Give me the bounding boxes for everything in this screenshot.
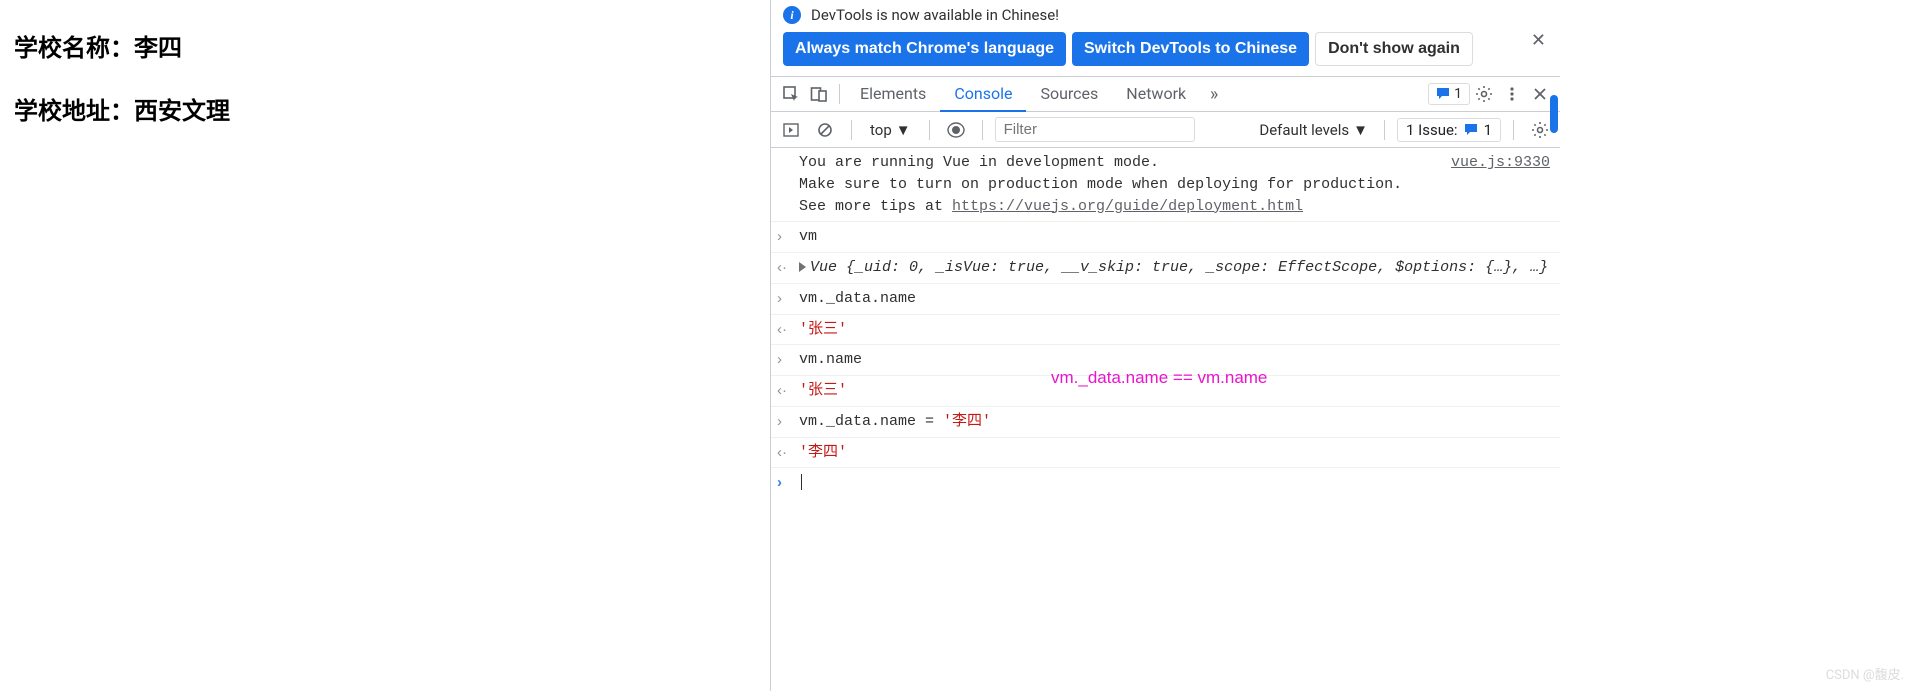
school-name-value: 李四 bbox=[134, 34, 182, 62]
inspect-element-icon[interactable] bbox=[777, 80, 805, 108]
separator bbox=[929, 120, 930, 140]
infobar-buttons: Always match Chrome's language Switch De… bbox=[771, 30, 1560, 76]
separator bbox=[1513, 120, 1514, 140]
output-arrow-icon: ‹· bbox=[777, 380, 799, 402]
dropdown-icon: ▼ bbox=[1353, 121, 1368, 139]
levels-label: Default levels bbox=[1259, 121, 1349, 139]
console-output[interactable]: You are running Vue in development mode.… bbox=[771, 148, 1560, 691]
console-input: vm._data.name = '李四' bbox=[799, 411, 1550, 433]
settings-icon[interactable] bbox=[1470, 80, 1498, 108]
log-row: › vm._data.name bbox=[771, 284, 1560, 315]
log-row: ‹· Vue {_uid: 0, _isVue: true, __v_skip:… bbox=[771, 253, 1560, 284]
log-row: You are running Vue in development mode.… bbox=[771, 148, 1560, 222]
separator bbox=[851, 120, 852, 140]
filter-input[interactable] bbox=[995, 117, 1195, 142]
input-arrow-icon: › bbox=[777, 288, 799, 310]
input-arrow-icon: › bbox=[777, 226, 799, 248]
school-addr-label: 学校地址： bbox=[14, 97, 134, 125]
vue-dev-warning: You are running Vue in development mode.… bbox=[799, 152, 1550, 217]
dropdown-icon: ▼ bbox=[896, 121, 911, 139]
log-gutter bbox=[777, 152, 799, 217]
deployment-link[interactable]: https://vuejs.org/guide/deployment.html bbox=[952, 198, 1303, 215]
device-toolbar-icon[interactable] bbox=[805, 80, 833, 108]
school-addr-value: 西安文理 bbox=[134, 97, 230, 125]
school-name-label: 学校名称： bbox=[14, 34, 134, 62]
log-levels-select[interactable]: Default levels ▼ bbox=[1255, 121, 1372, 139]
expand-icon[interactable] bbox=[799, 262, 806, 272]
watermark: CSDN @馥皮. bbox=[1826, 664, 1904, 683]
log-row: ‹· '李四' bbox=[771, 438, 1560, 469]
issue-chat-icon bbox=[1464, 123, 1478, 137]
log-row: › vm bbox=[771, 222, 1560, 253]
infobar-text: DevTools is now available in Chinese! bbox=[811, 6, 1059, 24]
tab-elements[interactable]: Elements bbox=[846, 76, 940, 112]
devtools-tabs-bar: Elements Console Sources Network 1 bbox=[771, 76, 1560, 112]
info-icon: i bbox=[783, 6, 801, 24]
clear-console-icon[interactable] bbox=[811, 116, 839, 144]
school-name-line: 学校名称：李四 bbox=[14, 28, 756, 63]
issue-button[interactable]: 1 Issue: 1 bbox=[1397, 118, 1501, 142]
console-sidebar-toggle-icon[interactable] bbox=[777, 116, 805, 144]
output-arrow-icon: ‹· bbox=[777, 257, 799, 279]
school-addr-line: 学校地址：西安文理 bbox=[14, 91, 756, 126]
live-expression-icon[interactable] bbox=[942, 116, 970, 144]
output-arrow-icon: ‹· bbox=[777, 442, 799, 464]
cursor-icon bbox=[801, 474, 802, 490]
separator bbox=[839, 84, 840, 104]
kebab-menu-icon[interactable] bbox=[1498, 80, 1526, 108]
separator bbox=[1384, 120, 1385, 140]
dismiss-button[interactable]: Don't show again bbox=[1315, 32, 1473, 66]
issue-label: 1 Issue: bbox=[1406, 121, 1458, 139]
issue-chat-icon bbox=[1436, 87, 1450, 101]
annotation-text: vm._data.name == vm.name bbox=[1051, 368, 1267, 388]
console-prompt[interactable] bbox=[799, 472, 1550, 494]
tab-console[interactable]: Console bbox=[940, 76, 1026, 112]
context-label: top bbox=[870, 121, 892, 139]
console-input: vm._data.name bbox=[799, 288, 1550, 310]
tab-sources[interactable]: Sources bbox=[1026, 76, 1112, 112]
console-output-value: '李四' bbox=[799, 442, 1550, 464]
match-language-button[interactable]: Always match Chrome's language bbox=[783, 32, 1066, 66]
devtools-infobar: i DevTools is now available in Chinese! bbox=[771, 0, 1560, 30]
console-toolbar: top ▼ Default levels ▼ 1 Issue: 1 bbox=[771, 112, 1560, 148]
output-arrow-icon: ‹· bbox=[777, 319, 799, 341]
page-content: 学校名称：李四 学校地址：西安文理 bbox=[0, 0, 770, 691]
console-output-value[interactable]: Vue {_uid: 0, _isVue: true, __v_skip: tr… bbox=[799, 257, 1550, 279]
input-arrow-icon: › bbox=[777, 349, 799, 371]
issues-badge[interactable]: 1 bbox=[1428, 83, 1470, 105]
scrollbar-thumb[interactable] bbox=[1550, 95, 1558, 133]
log-row: ‹· '张三' bbox=[771, 315, 1560, 346]
switch-language-button[interactable]: Switch DevTools to Chinese bbox=[1072, 32, 1309, 66]
devtools-panel: i DevTools is now available in Chinese! … bbox=[770, 0, 1560, 691]
console-output-value: '张三' bbox=[799, 319, 1550, 341]
separator bbox=[982, 120, 983, 140]
execution-context-select[interactable]: top ▼ bbox=[864, 121, 917, 139]
tab-network[interactable]: Network bbox=[1112, 76, 1200, 112]
source-link[interactable]: vue.js:9330 bbox=[1451, 152, 1550, 174]
console-input: vm bbox=[799, 226, 1550, 248]
input-arrow-icon: › bbox=[777, 411, 799, 433]
issues-count: 1 bbox=[1454, 86, 1462, 102]
console-prompt-row[interactable]: › bbox=[771, 468, 1560, 498]
more-tabs-icon[interactable] bbox=[1200, 80, 1228, 108]
log-row: › vm._data.name = '李四' bbox=[771, 407, 1560, 438]
close-icon[interactable]: ✕ bbox=[1531, 30, 1546, 51]
prompt-arrow-icon: › bbox=[777, 472, 799, 494]
issue-count: 1 bbox=[1484, 121, 1492, 139]
